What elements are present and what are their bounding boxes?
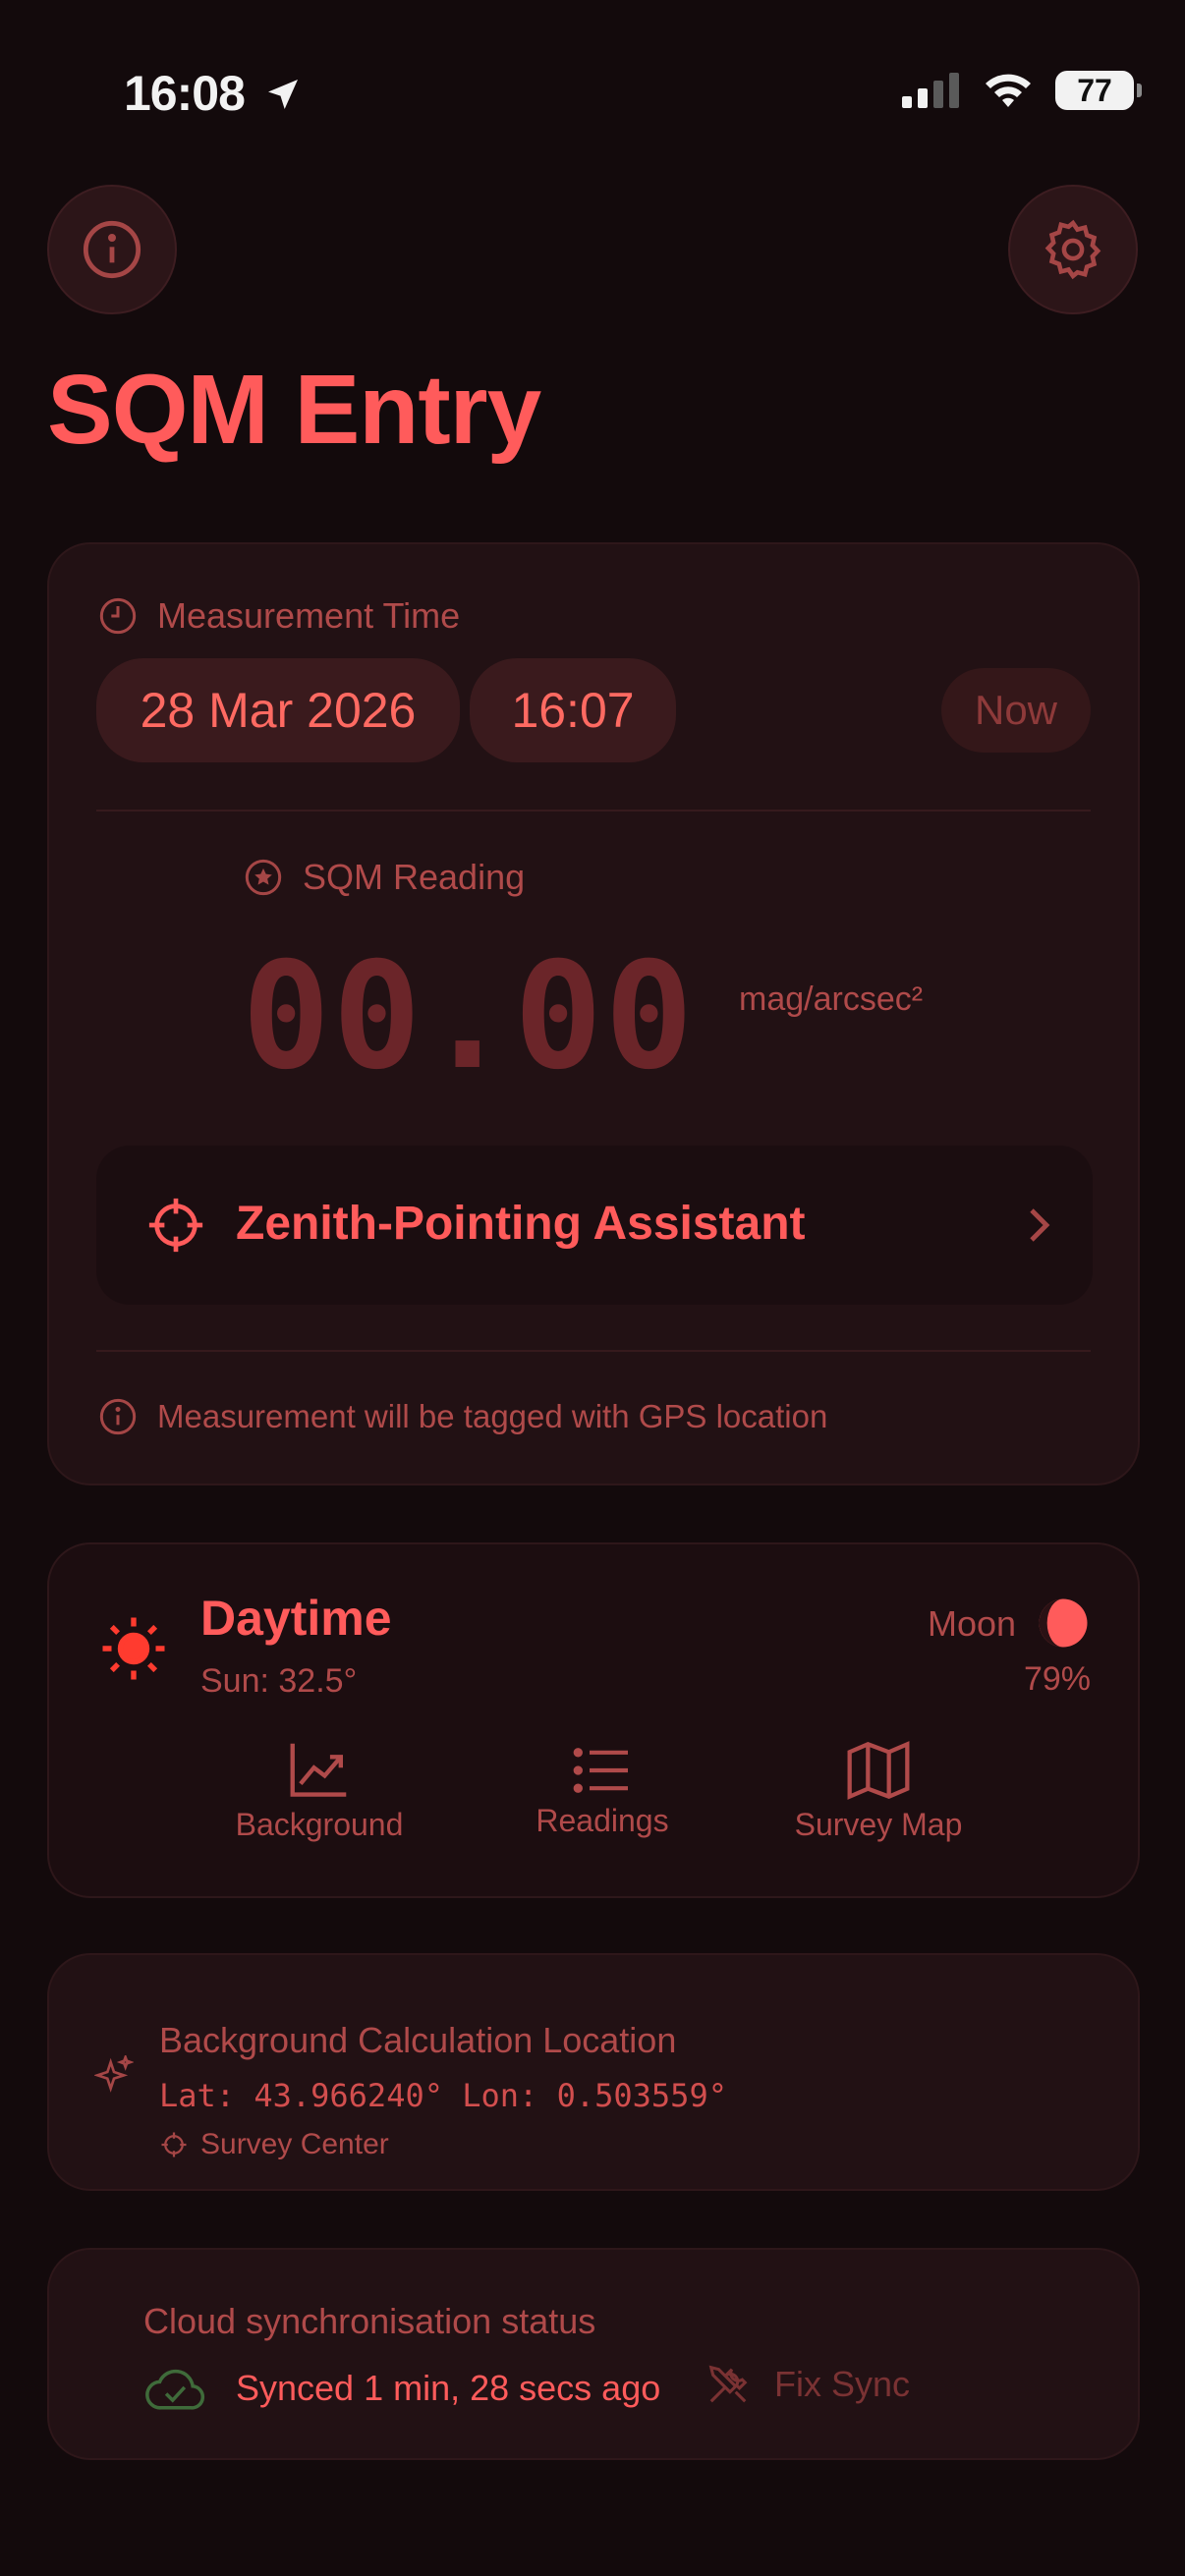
sky-conditions-card: Daytime Sun: 32.5° Moon 79% Background R… xyxy=(47,1542,1140,1898)
wrench-screwdriver-icon xyxy=(708,2365,748,2403)
list-icon xyxy=(573,1748,628,1793)
now-button[interactable]: Now xyxy=(941,668,1091,753)
gear-icon xyxy=(1044,219,1101,280)
sync-status-card: Cloud synchronisation status Synced 1 mi… xyxy=(47,2248,1140,2460)
settings-button[interactable] xyxy=(1008,185,1138,314)
zenith-assistant-label: Zenith-Pointing Assistant xyxy=(236,1198,806,1250)
measurement-card: Measurement Time 28 Mar 2026 16:07 Now S… xyxy=(47,542,1140,1485)
gps-note: Measurement will be tagged with GPS loca… xyxy=(98,1397,827,1436)
sqm-value-input[interactable]: 00.00 xyxy=(242,931,696,1102)
location-source-label: Survey Center xyxy=(200,2128,389,2160)
moon-illumination: 79% xyxy=(1023,1660,1091,1698)
crosshair-icon xyxy=(148,1198,203,1253)
location-arrow-icon xyxy=(267,80,298,109)
status-icons: 77 xyxy=(902,71,1142,110)
sparkles-icon xyxy=(94,2055,134,2093)
measurement-time-label: Measurement Time xyxy=(157,595,461,636)
info-icon xyxy=(99,1398,137,1435)
target-icon xyxy=(161,2132,187,2157)
measurement-time-header: Measurement Time xyxy=(98,595,460,637)
chevron-right-icon xyxy=(1030,1208,1050,1242)
sky-state: Daytime xyxy=(200,1591,392,1646)
star-circle-icon xyxy=(245,859,282,896)
sun-altitude: Sun: 32.5° xyxy=(200,1662,358,1700)
divider xyxy=(96,810,1091,812)
background-label: Background xyxy=(235,1807,404,1842)
wifi-icon xyxy=(986,74,1031,107)
sqm-reading-header: SQM Reading xyxy=(244,857,525,898)
location-coordinates: Lat: 43.966240° Lon: 0.503559° xyxy=(159,2077,727,2114)
info-button[interactable] xyxy=(47,185,177,314)
fix-sync-label: Fix Sync xyxy=(774,2364,911,2404)
survey-map-button[interactable]: Survey Map xyxy=(780,1741,977,1843)
date-picker[interactable]: 28 Mar 2026 xyxy=(96,658,460,762)
fix-sync-button[interactable]: Fix Sync xyxy=(705,2362,910,2407)
moon-label: Moon xyxy=(928,1603,1017,1644)
cellular-signal-icon xyxy=(902,73,959,108)
status-time: 16:08 xyxy=(124,65,303,122)
location-source: Survey Center xyxy=(159,2128,389,2161)
sqm-reading-label: SQM Reading xyxy=(303,857,526,897)
gps-note-text: Measurement will be tagged with GPS loca… xyxy=(157,1398,828,1434)
chart-icon xyxy=(290,1743,347,1797)
survey-map-label: Survey Map xyxy=(794,1807,963,1842)
sun-icon xyxy=(102,1617,165,1680)
clock-icon xyxy=(99,597,137,635)
sync-title: Cloud synchronisation status xyxy=(143,2301,596,2341)
map-icon xyxy=(847,1741,910,1800)
battery-indicator: 77 xyxy=(1055,71,1142,110)
background-location-card: Background Calculation Location Lat: 43.… xyxy=(47,1953,1140,2191)
cloud-check-icon xyxy=(145,2369,205,2410)
sqm-unit: mag/arcsec² xyxy=(739,980,924,1018)
page-title: SQM Entry xyxy=(47,355,541,465)
time-picker[interactable]: 16:07 xyxy=(470,658,676,762)
moon-phase-icon xyxy=(1039,1598,1088,1648)
divider xyxy=(96,1350,1091,1352)
info-icon xyxy=(83,220,141,279)
readings-button[interactable]: Readings xyxy=(519,1745,686,1839)
sync-status-text: Synced 1 min, 28 secs ago xyxy=(236,2368,661,2408)
readings-label: Readings xyxy=(536,1803,669,1838)
zenith-assistant-button[interactable]: Zenith-Pointing Assistant xyxy=(96,1146,1093,1305)
location-title: Background Calculation Location xyxy=(159,2020,677,2060)
background-button[interactable]: Background xyxy=(216,1741,423,1843)
